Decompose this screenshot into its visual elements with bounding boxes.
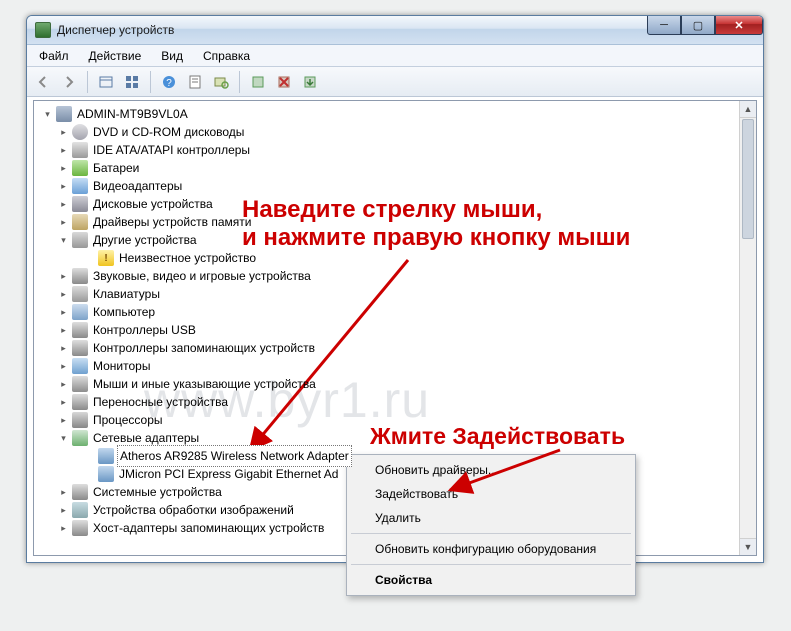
uninstall-button[interactable] (272, 70, 296, 94)
expander-icon[interactable] (58, 415, 69, 426)
expander-icon[interactable] (58, 145, 69, 156)
display-adapter-icon (72, 178, 88, 194)
menu-view[interactable]: Вид (151, 47, 193, 65)
disk-icon (72, 196, 88, 212)
tree-root[interactable]: ADMIN-MT9B9VL0A (75, 104, 190, 124)
expander-icon[interactable] (58, 523, 69, 534)
dvd-icon (72, 124, 88, 140)
computer-icon (56, 106, 72, 122)
back-button[interactable] (31, 70, 55, 94)
host-adapter-icon (72, 520, 88, 536)
expander-icon[interactable] (58, 307, 69, 318)
expander-icon[interactable] (58, 181, 69, 192)
cat-dvd[interactable]: DVD и CD-ROM дисководы (91, 122, 246, 142)
keyboard-icon (72, 286, 88, 302)
menu-help[interactable]: Справка (193, 47, 260, 65)
enable-button[interactable] (246, 70, 270, 94)
cat-monitors[interactable]: Мониторы (91, 356, 152, 376)
close-button[interactable]: ✕ (715, 15, 763, 35)
minimize-button[interactable]: ─ (647, 15, 681, 35)
processor-icon (72, 412, 88, 428)
properties-button[interactable] (183, 70, 207, 94)
cat-other[interactable]: Другие устройства (91, 230, 199, 250)
monitor-icon (72, 358, 88, 374)
imaging-device-icon (72, 502, 88, 518)
scan-button[interactable] (209, 70, 233, 94)
sound-icon (72, 268, 88, 284)
cat-system[interactable]: Системные устройства (91, 482, 224, 502)
ctx-scan-hardware[interactable]: Обновить конфигурацию оборудования (349, 537, 633, 561)
cat-battery[interactable]: Батареи (91, 158, 141, 178)
tree-pane: www.byr1.ru ADMIN-MT9B9VL0A DVD и CD-ROM… (33, 100, 757, 556)
portable-device-icon (72, 394, 88, 410)
menu-file[interactable]: Файл (29, 47, 79, 65)
view-list-button[interactable] (94, 70, 118, 94)
menu-action[interactable]: Действие (79, 47, 152, 65)
expander-icon[interactable] (58, 379, 69, 390)
expander-icon[interactable] (58, 289, 69, 300)
app-icon (35, 22, 51, 38)
system-device-icon (72, 484, 88, 500)
menubar: Файл Действие Вид Справка (27, 45, 763, 67)
battery-icon (72, 160, 88, 176)
network-adapter-icon (72, 430, 88, 446)
mouse-icon (72, 376, 88, 392)
ide-icon (72, 142, 88, 158)
expander-icon[interactable] (58, 235, 69, 246)
cat-computer[interactable]: Компьютер (91, 302, 157, 322)
cat-mice[interactable]: Мыши и иные указывающие устройства (91, 374, 318, 394)
expander-icon[interactable] (58, 433, 69, 444)
help-button[interactable]: ? (157, 70, 181, 94)
ctx-separator (351, 564, 631, 565)
device-tree[interactable]: ADMIN-MT9B9VL0A DVD и CD-ROM дисководы I… (34, 101, 756, 537)
expander-icon[interactable] (58, 361, 69, 372)
expander-icon[interactable] (58, 505, 69, 516)
cat-ide[interactable]: IDE ATA/ATAPI контроллеры (91, 140, 252, 160)
computer-category-icon (72, 304, 88, 320)
titlebar[interactable]: Диспетчер устройств ─ ▢ ✕ (27, 16, 763, 45)
cat-keyboard[interactable]: Клавиатуры (91, 284, 162, 304)
other-devices-icon (72, 232, 88, 248)
storage-controller-icon (72, 340, 88, 356)
expander-icon[interactable] (58, 487, 69, 498)
cat-usb[interactable]: Контроллеры USB (91, 320, 198, 340)
update-driver-button[interactable] (298, 70, 322, 94)
cat-memdrv[interactable]: Драйверы устройств памяти (91, 212, 253, 232)
forward-button[interactable] (57, 70, 81, 94)
expander-icon[interactable] (42, 109, 53, 120)
maximize-button[interactable]: ▢ (681, 15, 715, 35)
expander-icon[interactable] (58, 343, 69, 354)
expander-icon[interactable] (58, 397, 69, 408)
memory-icon (72, 214, 88, 230)
scroll-down-button[interactable]: ▼ (740, 538, 756, 555)
cat-host[interactable]: Хост-адаптеры запоминающих устройств (91, 518, 326, 538)
cat-sound[interactable]: Звуковые, видео и игровые устройства (91, 266, 313, 286)
expander-icon[interactable] (58, 271, 69, 282)
device-manager-window: Диспетчер устройств ─ ▢ ✕ Файл Действие … (26, 15, 764, 563)
expander-icon[interactable] (58, 163, 69, 174)
dev-unknown[interactable]: Неизвестное устройство (117, 248, 258, 268)
cat-imaging[interactable]: Устройства обработки изображений (91, 500, 296, 520)
nic-icon (98, 448, 114, 464)
usb-icon (72, 322, 88, 338)
expander-icon[interactable] (58, 127, 69, 138)
cat-cpu[interactable]: Процессоры (91, 410, 165, 430)
ctx-properties[interactable]: Свойства (349, 568, 633, 592)
expander-icon[interactable] (58, 325, 69, 336)
window-title: Диспетчер устройств (57, 23, 174, 37)
warning-icon (98, 250, 114, 266)
view-grid-button[interactable] (120, 70, 144, 94)
svg-text:?: ? (166, 78, 172, 89)
cat-storage[interactable]: Контроллеры запоминающих устройств (91, 338, 317, 358)
cat-portable[interactable]: Переносные устройства (91, 392, 230, 412)
dev-jmicron[interactable]: JMicron PCI Express Gigabit Ethernet Ad (117, 464, 340, 484)
expander-icon[interactable] (58, 217, 69, 228)
toolbar: ? (27, 67, 763, 97)
cat-disks[interactable]: Дисковые устройства (91, 194, 215, 214)
expander-icon[interactable] (58, 199, 69, 210)
cat-video[interactable]: Видеоадаптеры (91, 176, 184, 196)
nic-icon (98, 466, 114, 482)
